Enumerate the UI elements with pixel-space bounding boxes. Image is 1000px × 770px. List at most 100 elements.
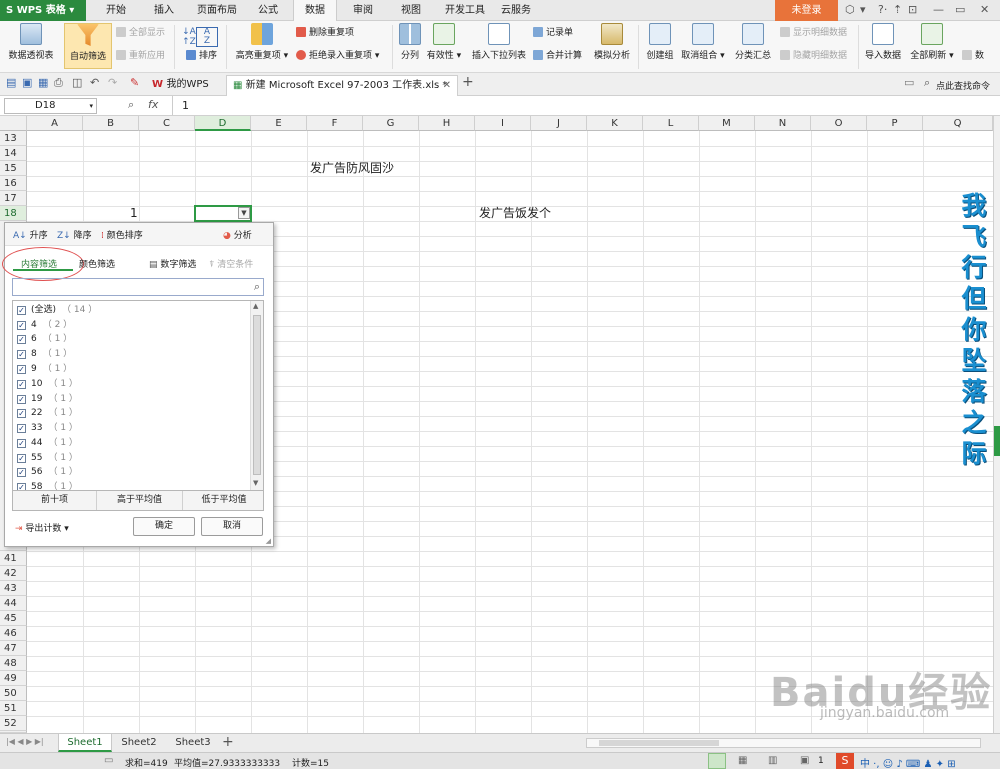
add-tab-icon[interactable]: + [462, 74, 474, 90]
page-layout-view-icon[interactable]: ▦ [738, 755, 747, 766]
checkbox[interactable]: ✓ [17, 424, 26, 433]
save-icon[interactable]: ▦ [38, 76, 48, 89]
row-header[interactable]: 48 [0, 656, 27, 671]
merge-calc-button[interactable]: 合并计算 [533, 49, 582, 64]
column-header[interactable]: B [83, 116, 139, 131]
row-header[interactable]: 41 [0, 551, 27, 566]
split-column-button[interactable]: 分列 [396, 23, 424, 61]
highlight-duplicates-button[interactable]: 高亮重复项 ▾ [232, 23, 292, 61]
list-item[interactable]: ✓ 6 （ 1 ） [17, 332, 72, 346]
checkbox[interactable]: ✓ [17, 483, 26, 490]
new-file-icon[interactable]: ▤ [6, 76, 16, 89]
column-header[interactable]: H [419, 116, 475, 131]
list-item[interactable]: ✓ (全选) （ 14 ） [17, 303, 97, 317]
open-icon[interactable]: ▣ [22, 76, 32, 89]
hide-detail-button[interactable]: 隐藏明细数据 [780, 49, 847, 64]
skin-icon[interactable]: ⬡ [845, 3, 855, 16]
chevron-down-icon[interactable]: ▾ [89, 99, 93, 113]
column-header[interactable]: N [755, 116, 811, 131]
redo-icon[interactable]: ↷ [108, 76, 117, 89]
list-item[interactable]: ✓ 56 （ 1 ） [17, 465, 78, 479]
cell-i18[interactable]: 发广告饭发个 [479, 206, 551, 221]
tab-my-wps[interactable]: W 我的WPS [146, 75, 226, 96]
menu-home[interactable]: 开始 [98, 0, 134, 21]
clear-conditions-button[interactable]: ⍒ 清空条件 [209, 257, 253, 270]
list-item[interactable]: ✓ 19 （ 1 ） [17, 392, 78, 406]
column-header-selected[interactable]: D [195, 116, 251, 131]
color-sort-button[interactable]: ⁞ 颜色排序 [101, 228, 143, 241]
app-menu-button[interactable]: S WPS 表格 ▾ [0, 0, 86, 21]
row-header[interactable]: 51 [0, 701, 27, 716]
subtotal-button[interactable]: 分类汇总 [732, 23, 774, 61]
row-header[interactable]: 47 [0, 641, 27, 656]
menu-review[interactable]: 审阅 [345, 0, 381, 21]
menu-insert[interactable]: 插入 [146, 0, 182, 21]
pivot-table-button[interactable]: 数据透视表 [4, 23, 58, 61]
row-header[interactable]: 15 [0, 161, 27, 176]
menu-data[interactable]: 数据 [293, 0, 337, 22]
undo-icon[interactable]: ↶ [90, 76, 99, 89]
top10-button[interactable]: 前十项 [13, 491, 97, 510]
reapply-button[interactable]: 重新应用 [116, 49, 165, 64]
delete-duplicates-button[interactable]: 删除重复项 [296, 26, 354, 41]
column-header[interactable]: A [27, 116, 83, 131]
row-header[interactable]: 16 [0, 176, 27, 191]
list-item[interactable]: ✓ 22 （ 1 ） [17, 406, 78, 420]
list-scrollbar[interactable]: ▲ ▼ [250, 301, 263, 490]
column-header[interactable]: F [307, 116, 363, 131]
reject-duplicates-button[interactable]: 拒绝录入重复项 ▾ [296, 49, 379, 64]
checkbox[interactable]: ✓ [17, 306, 26, 315]
what-if-button[interactable]: 模拟分析 [592, 23, 632, 61]
row-header[interactable]: 52 [0, 716, 27, 731]
menu-page-layout[interactable]: 页面布局 [192, 0, 242, 21]
help-icon[interactable]: ?· [878, 3, 887, 16]
list-item[interactable]: ✓ 9 （ 1 ） [17, 362, 72, 376]
number-filter-button[interactable]: ▤ 数字筛选 [149, 257, 196, 270]
scroll-down-icon[interactable]: ▼ [253, 479, 258, 487]
customize-icon[interactable]: ✎ [130, 76, 139, 89]
panel-icon[interactable]: ▭ [904, 76, 914, 89]
shirt-icon[interactable]: ▾ [860, 3, 866, 16]
ok-button[interactable]: 确定 [133, 517, 195, 536]
normal-view-icon[interactable] [708, 753, 726, 769]
sort-ascending-button[interactable]: A↓ 升序 [13, 228, 48, 241]
sheet-nav-icon[interactable]: |◀ ◀ ▶ ▶| [6, 737, 44, 746]
filter-dropdown-button[interactable]: ▼ [238, 207, 250, 219]
record-form-button[interactable]: 记录单 [533, 26, 573, 41]
checkbox[interactable]: ✓ [17, 321, 26, 330]
column-header[interactable]: K [587, 116, 643, 131]
row-header[interactable]: 50 [0, 686, 27, 701]
sort-za-box-icon[interactable]: AZ [196, 27, 218, 47]
row-header[interactable]: 44 [0, 596, 27, 611]
row-header-selected[interactable]: 18 [0, 206, 27, 221]
sheet-tab-sheet2[interactable]: Sheet2 [114, 734, 164, 752]
checkbox[interactable]: ✓ [17, 409, 26, 418]
row-header[interactable]: 45 [0, 611, 27, 626]
maximize-icon[interactable]: ▭ [955, 3, 965, 16]
checkbox[interactable]: ✓ [17, 439, 26, 448]
autofilter-button[interactable]: 自动筛选 [64, 23, 112, 69]
column-header[interactable]: P [867, 116, 923, 131]
create-group-button[interactable]: 创建组 [644, 23, 676, 61]
formula-input[interactable]: 1 [182, 99, 189, 112]
list-item[interactable]: ✓ 55 （ 1 ） [17, 451, 78, 465]
list-item[interactable]: ✓ 58 （ 1 ） [17, 480, 78, 490]
row-header[interactable]: 17 [0, 191, 27, 206]
checkbox[interactable]: ✓ [17, 365, 26, 374]
ime-mode-icon[interactable]: 中 ·, ☺ ♪ ⌨ ♟ ✦ ⊞ [860, 755, 956, 770]
minimize-icon[interactable]: — [933, 3, 944, 16]
column-header[interactable]: J [531, 116, 587, 131]
column-header[interactable]: I [475, 116, 531, 131]
checkbox[interactable]: ✓ [17, 454, 26, 463]
list-item[interactable]: ✓ 8 （ 1 ） [17, 347, 72, 361]
row-header[interactable]: 13 [0, 131, 27, 146]
menu-view[interactable]: 视图 [393, 0, 429, 21]
scroll-thumb[interactable] [253, 315, 261, 475]
list-item[interactable]: ✓ 33 （ 1 ） [17, 421, 78, 435]
checkbox[interactable]: ✓ [17, 350, 26, 359]
refresh-all-button[interactable]: 全部刷新 ▾ [908, 23, 956, 61]
arrow-up-icon[interactable]: ⇡ [893, 3, 902, 16]
column-header[interactable]: E [251, 116, 307, 131]
validity-button[interactable]: 有效性 ▾ [426, 23, 462, 61]
menu-cloud[interactable]: 云服务 [496, 0, 536, 21]
